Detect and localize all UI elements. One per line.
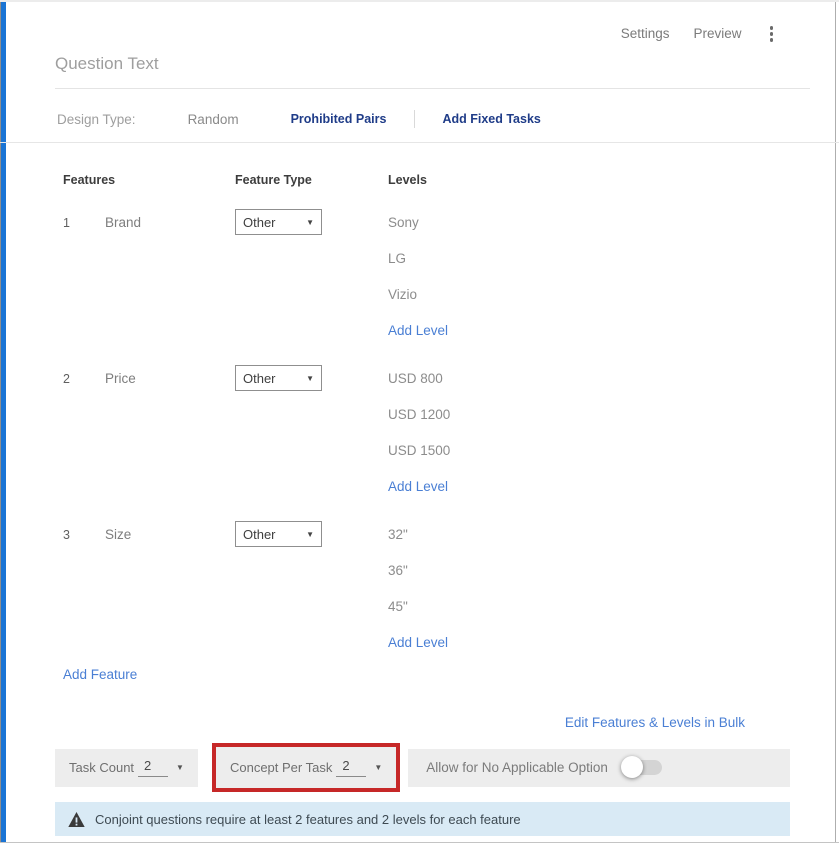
panel-right-border [835, 2, 836, 843]
preview-button[interactable]: Preview [693, 26, 741, 41]
table-header-row: Features Feature Type Levels [63, 173, 809, 187]
kebab-menu-icon[interactable] [766, 24, 778, 44]
feature-type-select[interactable]: Other ▼ [235, 521, 322, 547]
chevron-down-icon: ▼ [176, 763, 184, 772]
features-table: Features Feature Type Levels 1 Brand Oth… [63, 173, 809, 673]
no-applicable-option-bar: Allow for No Applicable Option [408, 749, 790, 787]
task-count-value: 2 [138, 758, 168, 777]
level-item[interactable]: USD 800 [388, 361, 809, 397]
concept-per-task-dropdown[interactable]: Concept Per Task 2 ▼ [216, 747, 396, 788]
levels-list: Sony LG Vizio Add Level [388, 205, 809, 349]
feature-number: 2 [63, 361, 105, 397]
header-actions: Settings Preview [621, 24, 777, 44]
col-header-feature-type: Feature Type [235, 173, 388, 187]
feature-type-select[interactable]: Other ▼ [235, 209, 322, 235]
warning-triangle-icon [68, 812, 85, 827]
feature-name[interactable]: Price [105, 361, 235, 397]
design-type-row: Design Type: Random Prohibited Pairs Add… [57, 110, 541, 128]
feature-row-brand: 1 Brand Other ▼ Sony LG Vizio Add Level [63, 205, 809, 349]
level-item[interactable]: USD 1500 [388, 433, 809, 469]
add-level-link[interactable]: Add Level [388, 469, 809, 505]
section-divider [0, 142, 839, 143]
edit-bulk-link[interactable]: Edit Features & Levels in Bulk [565, 715, 745, 730]
feature-number: 1 [63, 205, 105, 241]
vertical-divider [414, 110, 415, 128]
warning-banner: Conjoint questions require at least 2 fe… [55, 802, 790, 836]
col-header-levels: Levels [388, 173, 809, 187]
conjoint-question-editor: Settings Preview Question Text Design Ty… [0, 0, 839, 843]
add-level-link[interactable]: Add Level [388, 625, 809, 661]
toggle-knob [621, 756, 643, 778]
left-accent-strip [0, 2, 6, 843]
feature-name[interactable]: Brand [105, 205, 235, 241]
col-header-features: Features [63, 173, 235, 187]
chevron-down-icon: ▼ [306, 374, 314, 383]
feature-row-size: 3 Size Other ▼ 32" 36" 45" Add Level [63, 517, 809, 661]
highlight-annotation-box: Concept Per Task 2 ▼ [212, 743, 400, 792]
level-item[interactable]: Sony [388, 205, 809, 241]
add-level-link[interactable]: Add Level [388, 313, 809, 349]
level-item[interactable]: 45" [388, 589, 809, 625]
feature-type-value: Other [243, 215, 276, 230]
feature-type-select[interactable]: Other ▼ [235, 365, 322, 391]
no-applicable-toggle[interactable] [624, 760, 662, 775]
levels-list: 32" 36" 45" Add Level [388, 517, 809, 661]
concept-per-task-label: Concept Per Task [230, 760, 332, 775]
feature-type-value: Other [243, 371, 276, 386]
task-count-dropdown[interactable]: Task Count 2 ▼ [55, 749, 198, 787]
level-item[interactable]: 32" [388, 517, 809, 553]
level-item[interactable]: LG [388, 241, 809, 277]
task-count-label: Task Count [69, 760, 134, 775]
feature-type-value: Other [243, 527, 276, 542]
design-type-label: Design Type: [57, 112, 136, 127]
bottom-controls: Task Count 2 ▼ Concept Per Task 2 ▼ Allo… [55, 743, 790, 792]
settings-button[interactable]: Settings [621, 26, 670, 41]
chevron-down-icon: ▼ [306, 218, 314, 227]
chevron-down-icon: ▼ [374, 763, 382, 772]
feature-number: 3 [63, 517, 105, 553]
add-fixed-tasks-link[interactable]: Add Fixed Tasks [442, 112, 540, 126]
chevron-down-icon: ▼ [306, 530, 314, 539]
level-item[interactable]: USD 1200 [388, 397, 809, 433]
level-item[interactable]: Vizio [388, 277, 809, 313]
design-type-value: Random [188, 112, 239, 127]
concept-per-task-value: 2 [336, 758, 366, 777]
add-feature-link[interactable]: Add Feature [63, 667, 137, 682]
feature-name[interactable]: Size [105, 517, 235, 553]
levels-list: USD 800 USD 1200 USD 1500 Add Level [388, 361, 809, 505]
level-item[interactable]: 36" [388, 553, 809, 589]
no-applicable-label: Allow for No Applicable Option [426, 760, 608, 775]
warning-text: Conjoint questions require at least 2 fe… [95, 812, 521, 827]
feature-row-price: 2 Price Other ▼ USD 800 USD 1200 USD 150… [63, 361, 809, 505]
question-text-input[interactable]: Question Text [55, 54, 810, 89]
prohibited-pairs-link[interactable]: Prohibited Pairs [291, 112, 387, 126]
